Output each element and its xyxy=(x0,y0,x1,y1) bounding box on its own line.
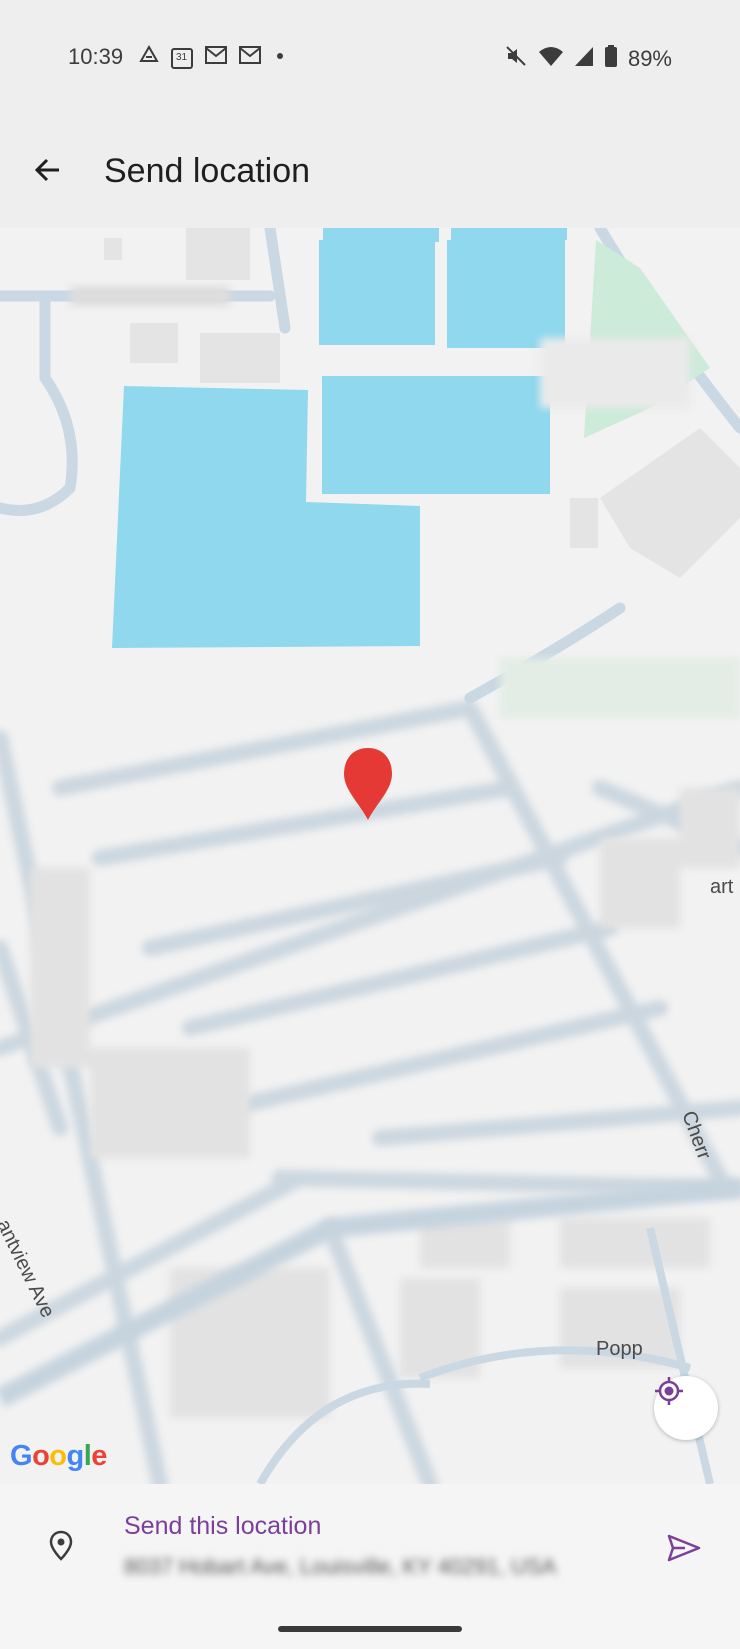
send-icon xyxy=(667,1533,701,1568)
mail-icon xyxy=(238,44,262,71)
calendar-day: 31 xyxy=(176,51,188,63)
back-button[interactable] xyxy=(24,148,72,196)
status-bar: 10:39 31 89% xyxy=(0,0,740,118)
map-canvas xyxy=(0,228,740,1484)
street-label-poppy: Popp xyxy=(596,1338,643,1360)
send-location-title[interactable]: Send this location xyxy=(124,1512,321,1541)
battery-icon xyxy=(604,44,618,73)
mail-icon xyxy=(204,44,228,71)
home-indicator[interactable] xyxy=(278,1626,462,1632)
address-text: 8037 Hobart Ave, Louisville, KY 40291, U… xyxy=(124,1554,557,1579)
my-location-button[interactable] xyxy=(654,1376,718,1440)
signal-icon xyxy=(574,45,594,72)
dot-icon xyxy=(272,44,288,71)
calendar-icon: 31 xyxy=(170,46,194,70)
logo-letter: e xyxy=(91,1440,107,1472)
top-app-bar: Send location xyxy=(0,118,740,228)
send-location-panel[interactable]: Send this location 8037 Hobart Ave, Loui… xyxy=(0,1484,740,1649)
mute-icon xyxy=(504,44,528,73)
send-button[interactable] xyxy=(660,1526,708,1574)
logo-letter: G xyxy=(10,1440,33,1472)
drive-icon xyxy=(138,44,160,71)
arrow-back-icon xyxy=(32,154,64,191)
map-view[interactable]: art Cherr Popp antview Ave Google xyxy=(0,228,740,1484)
google-logo: Google xyxy=(10,1440,107,1473)
battery-percent: 89% xyxy=(627,45,672,71)
street-label-art: art xyxy=(710,876,734,898)
wifi-icon xyxy=(538,45,564,72)
logo-letter: o xyxy=(49,1440,67,1472)
status-time: 10:39 xyxy=(68,44,124,69)
logo-letter: g xyxy=(66,1440,85,1472)
logo-letter: o xyxy=(32,1440,50,1472)
location-pin-icon xyxy=(48,1530,74,1567)
page-title: Send location xyxy=(104,152,311,190)
